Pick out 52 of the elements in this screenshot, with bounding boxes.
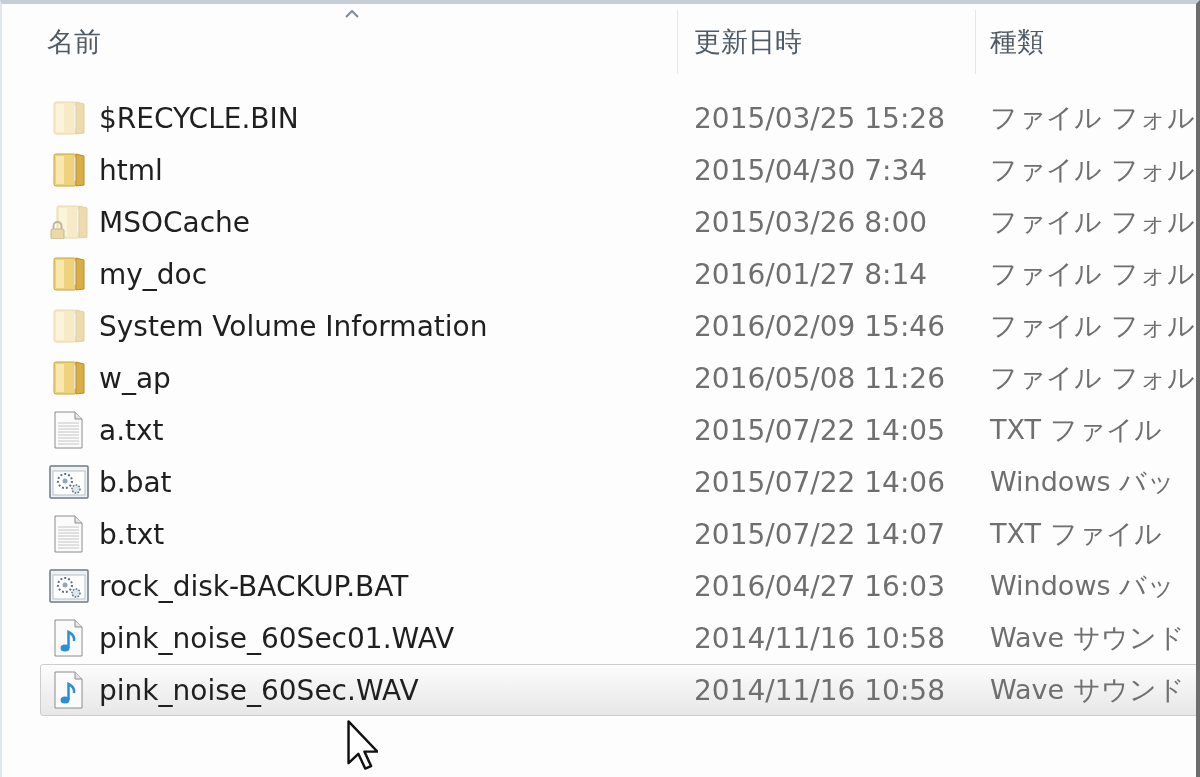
file-name: b.txt: [99, 517, 165, 551]
file-row[interactable]: $RECYCLE.BIN 2015/03/25 15:28 ファイル フォル: [40, 92, 1196, 144]
modified-date: 2014/11/16 10:58: [694, 621, 945, 655]
file-name: my_doc: [99, 257, 208, 291]
file-name: $RECYCLE.BIN: [99, 101, 299, 135]
modified-date: 2015/07/22 14:05: [694, 413, 945, 447]
file-row[interactable]: System Volume Information 2016/02/09 15:46 ファイル フォル: [40, 300, 1196, 352]
file-name: rock_disk-BACKUP.BAT: [99, 569, 409, 603]
file-row[interactable]: b.bat 2015/07/22 14:06 Windows バッ: [40, 456, 1196, 508]
file-type: ファイル フォル: [990, 309, 1195, 343]
file-type: Wave サウンド: [990, 621, 1185, 655]
file-type: ファイル フォル: [990, 101, 1195, 135]
column-header[interactable]: 更新日時: [677, 10, 975, 74]
modified-date: 2016/04/27 16:03: [694, 569, 945, 603]
file-type: TXT ファイル: [990, 413, 1162, 447]
modified-date: 2016/01/27 8:14: [694, 257, 928, 291]
file-type: ファイル フォル: [990, 153, 1195, 187]
file-row[interactable]: MSOCache 2015/03/26 8:00 ファイル フォル: [40, 196, 1196, 248]
file-row[interactable]: rock_disk-BACKUP.BAT 2016/04/27 16:03 Windows バッ: [40, 560, 1196, 612]
modified-date: 2015/03/25 15:28: [694, 101, 945, 135]
file-row[interactable]: html 2015/04/30 7:34 ファイル フォル: [40, 144, 1196, 196]
modified-date: 2015/03/26 8:00: [694, 205, 928, 239]
file-type: Windows バッ: [990, 569, 1176, 603]
file-row[interactable]: a.txt 2015/07/22 14:05 TXT ファイル: [40, 404, 1196, 456]
file-row[interactable]: w_ap 2016/05/08 11:26 ファイル フォル: [40, 352, 1196, 404]
file-type: TXT ファイル: [990, 517, 1162, 551]
file-type: ファイル フォル: [990, 205, 1195, 239]
file-name: pink_noise_60Sec01.WAV: [99, 621, 455, 655]
file-name: MSOCache: [99, 205, 251, 239]
file-name: html: [99, 153, 163, 187]
file-row[interactable]: pink_noise_60Sec01.WAV 2014/11/16 10:58 Wave サウンド: [40, 612, 1196, 664]
modified-date: 2014/11/16 10:58: [694, 673, 945, 707]
file-name: w_ap: [99, 361, 171, 395]
modified-date: 2015/04/30 7:34: [694, 153, 928, 187]
file-name: pink_noise_60Sec.WAV: [99, 673, 419, 707]
file-type: ファイル フォル: [990, 257, 1195, 291]
modified-date: 2015/07/22 14:07: [694, 517, 945, 551]
file-row[interactable]: my_doc 2016/01/27 8:14 ファイル フォル: [40, 248, 1196, 300]
modified-date: 2016/02/09 15:46: [694, 309, 945, 343]
file-name: b.bat: [99, 465, 172, 499]
cursor-icon: [347, 720, 378, 770]
file-row[interactable]: b.txt 2015/07/22 14:07 TXT ファイル: [40, 508, 1196, 560]
file-type: Wave サウンド: [990, 673, 1185, 707]
file-row[interactable]: pink_noise_60Sec.WAV 2014/11/16 10:58 Wave サウンド: [40, 664, 1196, 716]
modified-date: 2016/05/08 11:26: [694, 361, 945, 395]
column-header[interactable]: 名前: [40, 10, 677, 74]
file-name: System Volume Information: [99, 309, 488, 343]
file-name: a.txt: [99, 413, 164, 447]
column-header[interactable]: 種類: [975, 10, 1196, 74]
file-type: Windows バッ: [990, 465, 1176, 499]
modified-date: 2015/07/22 14:06: [694, 465, 945, 499]
file-type: ファイル フォル: [990, 361, 1195, 395]
